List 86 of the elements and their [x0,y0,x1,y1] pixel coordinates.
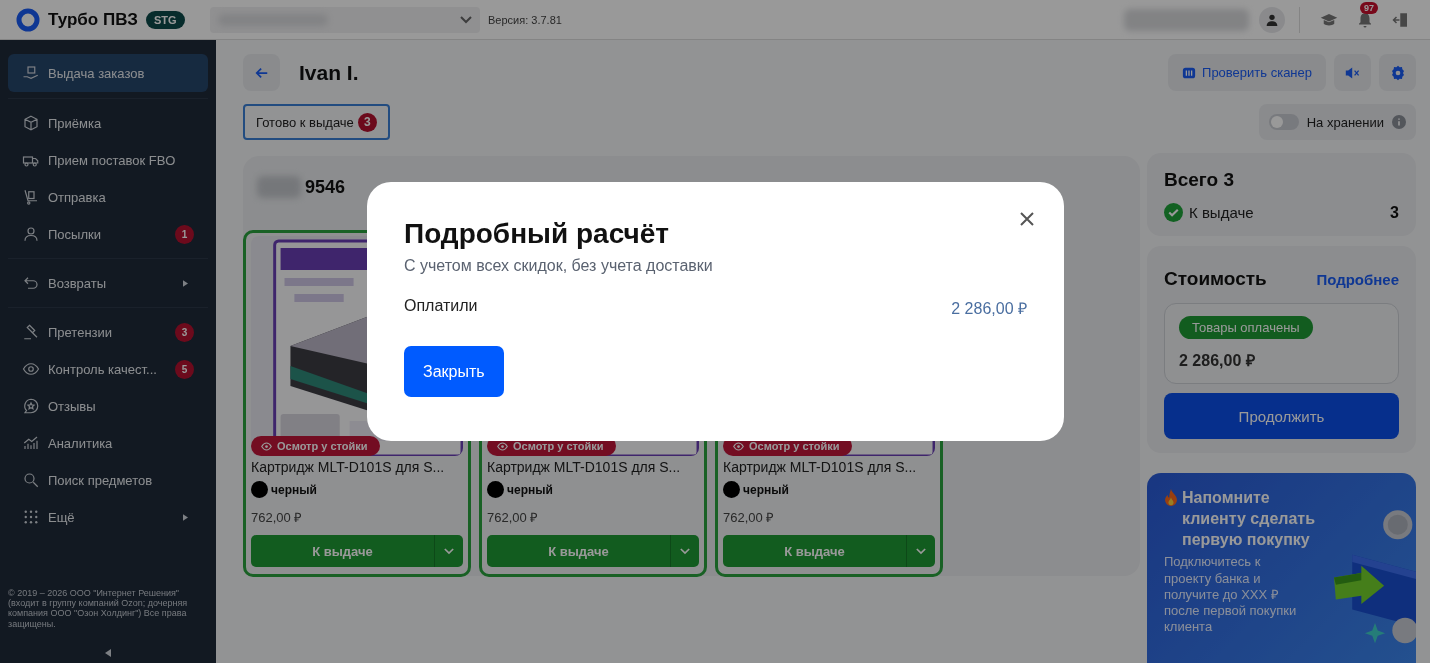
paid-amount: 2 286,00 ₽ [951,299,1027,319]
mute-button[interactable] [1334,54,1371,91]
continue-button[interactable]: Продолжить [1164,393,1399,439]
copyright-text: © 2019 – 2026 ООО "Интернет Решения" (входит в группу компаний Ozon; дочерняя компания ООО "Озон Холдинг") Все права защищены. [8,587,189,629]
sidebar-item[interactable]: Аналитика [8,425,208,461]
toggle-label: На хранении [1306,114,1384,130]
product-price: 762,00 ₽ [723,509,776,526]
barcode-icon [1182,65,1197,80]
issue-button[interactable]: К выдаче [487,535,670,567]
settings-icon [1389,64,1406,81]
status-count: 3 [1390,203,1399,222]
issue-options-button[interactable] [670,535,699,567]
avatar-icon[interactable] [1259,6,1285,33]
issue-button[interactable]: К выдаче [723,535,906,567]
back-button[interactable] [243,54,280,91]
search-icon [22,471,40,489]
person-icon [22,225,40,243]
product-title: Картридж MLT-D101S для S... [251,459,446,475]
sidebar-item[interactable]: Приёмка [8,105,208,141]
environment-badge: STG [145,10,185,29]
sidebar-item[interactable]: Ещё [8,499,208,535]
notification-count: 97 [1360,1,1378,14]
cart-icon [22,188,40,206]
promo-title: Напомните клиенту сделать первую покупку [1182,488,1317,551]
sidebar-item[interactable]: Контроль качест... 5 [8,351,208,387]
star-bubble-icon [22,397,40,415]
sidebar-item[interactable]: Поиск предметов [8,462,208,498]
check-circle-icon [1164,203,1183,222]
product-price: 762,00 ₽ [487,509,540,526]
version-label: Версия: 3.7.81 [488,13,562,26]
chevron-down-icon [916,547,926,555]
sidebar-item[interactable]: Посылки 1 [8,216,208,252]
order-number: 9546 [305,176,346,198]
sidebar-item[interactable]: Прием поставок FBO [8,142,208,178]
gavel-icon [22,323,40,341]
count-badge: 1 [175,224,194,244]
product-title: Картридж MLT-D101S для S... [723,459,918,475]
summary-title: Всего 3 [1164,169,1235,191]
chevron-down-icon [460,15,472,24]
total-amount: 2 286,00 ₽ [1179,351,1256,371]
details-link[interactable]: Подробнее [1316,270,1399,288]
chevron-down-icon [680,547,690,555]
client-name: Ivan I. [299,60,359,85]
point-select-field[interactable] [210,6,480,33]
color-name: черный [271,482,317,497]
cost-title: Стоимость [1164,268,1267,290]
issue-options-button[interactable] [434,535,463,567]
close-icon[interactable] [1020,212,1034,226]
sidebar-item[interactable]: Отправка [8,179,208,215]
issue-options-button[interactable] [906,535,935,567]
hand-box-icon [22,64,40,82]
sidebar-item[interactable]: Отзывы [8,388,208,424]
return-arrow-icon [22,274,40,292]
count-badge: 5 [175,359,194,379]
fire-icon [1164,489,1178,506]
product-title: Картридж MLT-D101S для S... [487,459,682,475]
paid-tag: Товары оплачены [1179,316,1313,339]
toggle-switch[interactable] [1268,114,1299,130]
speaker-muted-icon [1344,65,1361,80]
inspection-badge: Осмотр у стойки [251,436,380,456]
sidebar-item[interactable]: Выдача заказов [8,54,208,92]
chevron-down-icon [444,547,454,555]
sidebar-item[interactable]: Возвраты [8,265,208,301]
color-name: черный [507,482,553,497]
issue-button[interactable]: К выдаче [251,535,434,567]
close-button[interactable]: Закрыть [404,346,504,397]
eye-icon [22,360,40,378]
dots-grid-icon [22,508,40,526]
logout-icon[interactable] [1392,10,1410,29]
color-name: черный [743,482,789,497]
check-scanner-button[interactable]: Проверить сканер [1168,54,1326,91]
promo-banner[interactable]: Напомните клиенту сделать первую покупку Подключитесь к проекту банка и получите до XXX ₽ после первой покупки клиента [1147,473,1416,663]
app-name: Турбо ПВЗ [48,9,138,30]
collapse-icon[interactable] [105,649,111,657]
count-badge: 3 [175,322,194,342]
info-icon[interactable] [1392,115,1406,129]
promo-text: Подключитесь к проекту банка и получите до XXX ₽ после первой покупки клиента [1164,554,1298,636]
status-label: К выдаче [1189,204,1254,221]
back-arrow-icon [254,65,269,80]
logo-icon [16,7,40,32]
settings-button[interactable] [1379,54,1416,91]
sidebar-item[interactable]: Претензии 3 [8,314,208,350]
product-price: 762,00 ₽ [251,509,304,526]
bar-chart-icon [22,434,40,452]
filter-chip[interactable]: Готово к выдаче 3 [243,104,390,140]
box-icon [22,114,40,132]
